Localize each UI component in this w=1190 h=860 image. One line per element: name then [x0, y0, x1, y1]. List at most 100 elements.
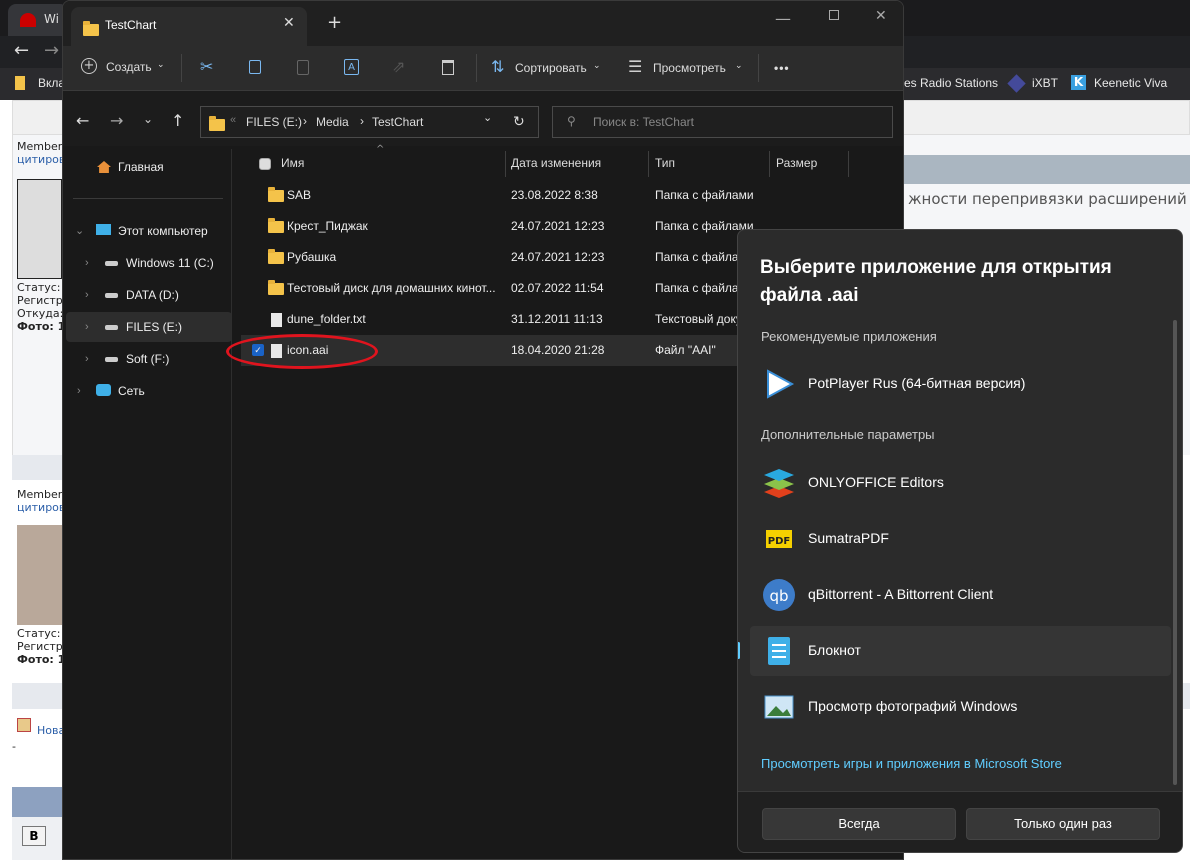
rename-icon[interactable]: A [344, 59, 359, 75]
browser-tab[interactable]: Wi [8, 4, 68, 36]
minimize-icon[interactable]: — [775, 9, 791, 28]
nav-network[interactable]: › Сеть [63, 376, 229, 406]
file-name: Крест_Пиджак [287, 219, 368, 233]
browser-forward-icon[interactable]: → [44, 40, 59, 61]
folder-icon [209, 115, 225, 131]
address-bar[interactable]: « FILES (E:) › Media › TestChart ⌄ ↻ [200, 106, 539, 138]
bold-button[interactable]: B [22, 826, 46, 846]
file-date: 31.12.2011 11:13 [511, 312, 603, 326]
column-divider[interactable] [505, 151, 506, 177]
registered-label: Регистр [17, 294, 63, 307]
nav-drive-d[interactable]: › DATA (D:) [63, 280, 229, 310]
just-once-button[interactable]: Только один раз [966, 808, 1160, 840]
plus-circle-icon: + [81, 58, 97, 74]
app-option-potplayer[interactable]: PotPlayer Rus (64-битная версия) [750, 359, 1171, 409]
nav-drive-c[interactable]: › Windows 11 (C:) [63, 248, 229, 278]
close-window-icon[interactable]: ✕ [875, 8, 887, 24]
up-icon[interactable]: ↑ [171, 113, 184, 129]
dialog-title-line: Выберите приложение для открытия [760, 257, 1112, 278]
nav-this-pc[interactable]: ⌄ Этот компьютер [63, 216, 229, 246]
bookmark-item[interactable]: Keenetic Viva [1094, 76, 1167, 90]
nav-drive-e[interactable]: › FILES (E:) [66, 312, 232, 342]
app-name: Просмотр фотографий Windows [808, 698, 1018, 714]
view-label: Просмотреть [653, 61, 726, 75]
navigation-pane: Главная ⌄ Этот компьютер › Windows 11 (C… [63, 146, 232, 859]
refresh-icon[interactable]: ↻ [513, 113, 525, 130]
file-type: Файл "AAI" [655, 343, 716, 357]
delete-icon[interactable] [442, 60, 454, 75]
cut-icon[interactable]: ✂ [200, 59, 213, 75]
breadcrumb-item[interactable]: FILES (E:) [246, 115, 302, 129]
select-all-checkbox[interactable] [259, 158, 271, 170]
app-option-photo-viewer[interactable]: Просмотр фотографий Windows [750, 682, 1171, 732]
keenetic-icon: K [1071, 75, 1086, 90]
scrollbar[interactable] [1173, 320, 1177, 785]
column-divider[interactable] [769, 151, 770, 177]
recommended-apps-label: Рекомендуемые приложения [761, 329, 937, 344]
column-header-name[interactable]: Имя [281, 156, 304, 170]
file-row[interactable]: SAB 23.08.2022 8:38 Папка с файлами [233, 180, 903, 211]
breadcrumb-item[interactable]: TestChart [372, 115, 423, 129]
column-header-type[interactable]: Тип [655, 156, 675, 170]
app-option-sumatrapdf[interactable]: PDF SumatraPDF [750, 514, 1171, 564]
divider [758, 54, 759, 82]
post-separator [12, 455, 62, 480]
maximize-icon[interactable] [829, 10, 839, 20]
forward-icon[interactable]: → [110, 113, 123, 129]
photo-viewer-icon [764, 695, 794, 719]
column-header-size[interactable]: Размер [776, 156, 817, 170]
computer-icon [96, 224, 111, 235]
folder-icon [83, 20, 99, 36]
breadcrumb-overflow[interactable]: « [230, 114, 236, 126]
copy-icon[interactable] [249, 60, 261, 74]
nav-drive-f[interactable]: › Soft (F:) [63, 344, 229, 374]
divider [181, 54, 182, 82]
app-option-onlyoffice[interactable]: ONLYOFFICE Editors [750, 458, 1171, 508]
more-options-button[interactable]: ••• [774, 61, 790, 75]
recent-chevron-icon[interactable]: ⌄ [143, 111, 153, 127]
app-option-qbittorrent[interactable]: qb qBittorrent - A Bittorrent Client [750, 570, 1171, 620]
paste-icon[interactable] [297, 60, 309, 75]
view-button[interactable]: ☰ Просмотреть ⌄ [628, 59, 748, 79]
nav-label: Главная [118, 160, 164, 174]
nav-label: FILES (E:) [126, 320, 183, 334]
column-divider[interactable] [648, 151, 649, 177]
back-icon[interactable]: ← [76, 113, 89, 129]
always-button[interactable]: Всегда [762, 808, 956, 840]
nav-home[interactable]: Главная [63, 152, 229, 182]
pane-divider[interactable] [231, 149, 232, 859]
file-date: 23.08.2022 8:38 [511, 188, 598, 202]
bookmark-item[interactable]: iXBT [1032, 76, 1058, 90]
registered-label: Регистр [17, 640, 63, 653]
app-name: Блокнот [808, 642, 861, 658]
search-input[interactable]: ⚲ Поиск в: TestChart [552, 106, 893, 138]
close-tab-icon[interactable]: ✕ [283, 15, 295, 31]
nav-label: Сеть [118, 384, 145, 398]
bookmark-item[interactable]: es Radio Stations [904, 76, 998, 90]
browser-tab-title: Wi [44, 12, 59, 26]
text-file-icon [271, 313, 282, 327]
share-icon[interactable]: ⇗ [392, 59, 405, 75]
sort-button[interactable]: ⇅ Сортировать ⌄ [491, 59, 606, 79]
file-type: Папка с файла [655, 281, 739, 295]
notepad-icon [768, 637, 790, 665]
quote-link[interactable]: цитиров [17, 501, 65, 514]
from-label: Откуда: [17, 307, 64, 320]
new-topic-link[interactable]: Нова [37, 724, 65, 737]
post-title-text: жности перепривязки расширений .br [908, 190, 1190, 208]
column-divider[interactable] [848, 151, 849, 177]
file-date: 18.04.2020 21:28 [511, 343, 605, 357]
address-row: ← → ⌄ ↑ « FILES (E:) › Media › TestChart… [63, 91, 903, 146]
chevron-down-icon: ⌄ [75, 225, 85, 237]
potplayer-icon [767, 369, 795, 399]
browser-back-icon[interactable]: ← [14, 40, 29, 61]
address-dropdown-icon[interactable]: ⌄ [483, 111, 492, 124]
column-header-date[interactable]: Дата изменения [511, 156, 601, 170]
microsoft-store-link[interactable]: Просмотреть игры и приложения в Microsof… [761, 756, 1062, 771]
new-tab-icon[interactable]: + [327, 12, 342, 33]
tab-testchart[interactable]: TestChart ✕ [71, 7, 307, 46]
breadcrumb-item[interactable]: Media [316, 115, 349, 129]
drive-icon [105, 357, 118, 362]
app-option-notepad-selected[interactable]: Блокнот [738, 626, 1171, 676]
quote-link[interactable]: цитиров [17, 153, 65, 166]
